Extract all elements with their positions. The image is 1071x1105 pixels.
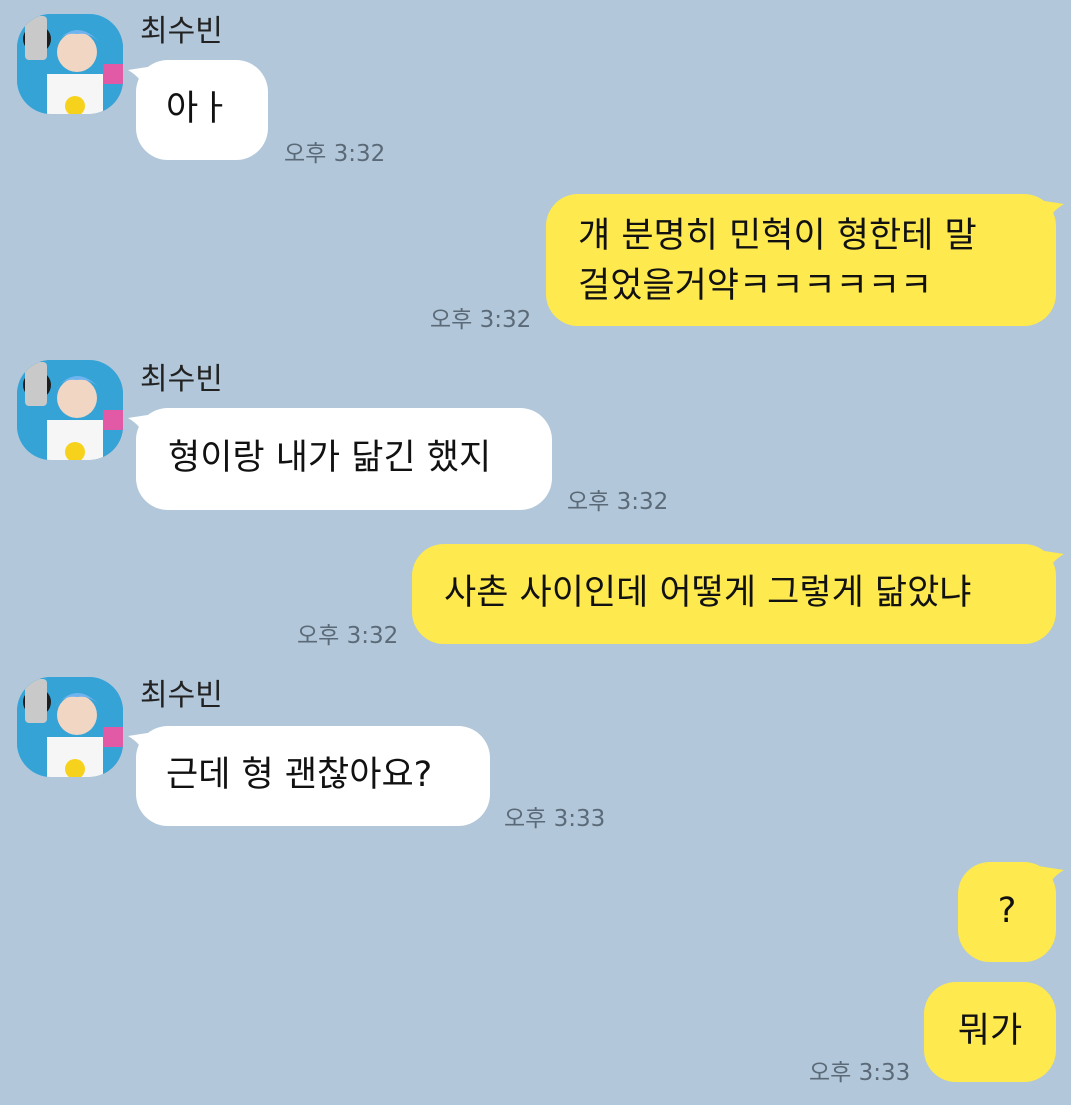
message-text: 형이랑 내가 닮긴 했지	[168, 438, 492, 478]
profile-avatar[interactable]	[17, 360, 123, 460]
message-bubble-outgoing[interactable]: 걔 분명히 민혁이 형한테 말 걸었을거약ㅋㅋㅋㅋㅋㅋ	[546, 194, 1056, 326]
profile-avatar[interactable]	[17, 14, 123, 114]
avatar-photo-icon	[17, 14, 123, 114]
message-timestamp: 오후 3:33	[809, 1060, 911, 1086]
sender-name: 최수빈	[140, 678, 223, 713]
sender-name: 최수빈	[140, 14, 223, 49]
avatar-photo-icon	[17, 677, 123, 777]
bubble-tail	[1038, 550, 1064, 576]
message-bubble-incoming[interactable]: 근데 형 괜찮아요?	[136, 726, 490, 826]
message-bubble-incoming[interactable]: 형이랑 내가 닮긴 했지	[136, 408, 552, 510]
message-timestamp: 오후 3:32	[284, 141, 386, 167]
chat-room: 최수빈 아ㅏ 오후 3:32 오후 3:32 걔 분명히 민혁이 형한테 말 걸…	[0, 0, 1071, 1105]
message-bubble-outgoing[interactable]: 사촌 사이인데 어떻게 그렇게 닮았냐	[412, 544, 1056, 644]
bubble-tail	[1038, 866, 1064, 892]
message-text: 뭐가	[957, 1011, 1023, 1051]
message-text: 사촌 사이인데 어떻게 그렇게 닮았냐	[444, 573, 972, 613]
message-text: 근데 형 괜찮아요?	[166, 755, 433, 795]
message-text: ?	[997, 891, 1017, 931]
avatar-photo-icon	[17, 360, 123, 460]
message-text: 아ㅏ	[166, 89, 231, 129]
sender-name: 최수빈	[140, 362, 223, 397]
message-timestamp: 오후 3:32	[567, 489, 669, 515]
message-timestamp: 오후 3:32	[430, 307, 532, 333]
message-bubble-outgoing[interactable]: 뭐가	[924, 982, 1056, 1082]
bubble-tail	[1038, 200, 1064, 226]
message-text-line: 걔 분명히 민혁이 형한테 말	[578, 216, 977, 256]
message-text-line: 걸었을거약ㅋㅋㅋㅋㅋㅋ	[578, 266, 933, 306]
message-timestamp: 오후 3:32	[297, 623, 399, 649]
message-bubble-incoming[interactable]: 아ㅏ	[136, 60, 268, 160]
profile-avatar[interactable]	[17, 677, 123, 777]
message-timestamp: 오후 3:33	[504, 806, 606, 832]
